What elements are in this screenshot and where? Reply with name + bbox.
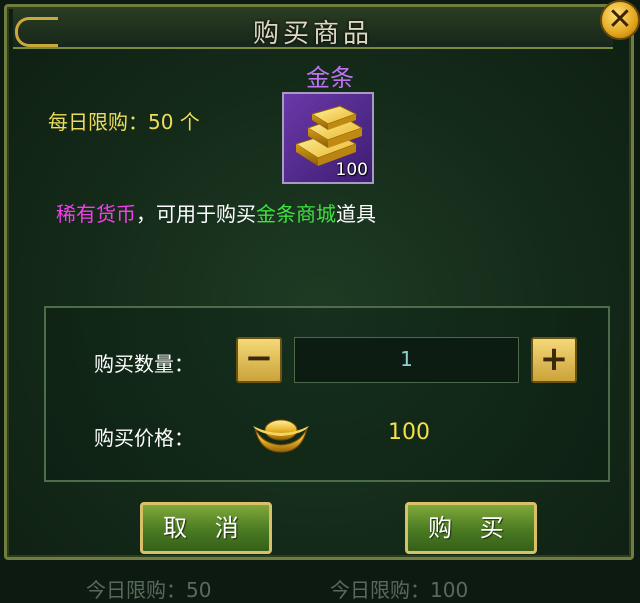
backdrop-limit-left: 今日限购：50 — [86, 578, 212, 602]
item-slot[interactable]: 100 — [282, 92, 374, 184]
purchase-panel — [44, 306, 610, 482]
daily-limit-text: 每日限购：50 个 — [48, 110, 200, 134]
price-label: 购买价格： — [94, 426, 194, 450]
desc-usage: ，可用于购买 — [136, 202, 256, 226]
price-value: 100 — [388, 420, 430, 445]
desc-rare-currency: 稀有货币 — [56, 202, 136, 226]
decrement-button[interactable]: − — [236, 337, 282, 383]
cancel-button[interactable]: 取 消 — [140, 502, 272, 554]
quantity-label: 购买数量： — [94, 352, 194, 376]
close-x-icon: ✕ — [607, 2, 633, 37]
item-description: 稀有货币，可用于购买金条商城道具 — [56, 198, 376, 227]
close-button[interactable]: ✕ — [600, 0, 640, 40]
desc-items: 道具 — [336, 202, 376, 226]
quantity-input[interactable]: 1 — [294, 337, 519, 383]
minus-icon: − — [244, 338, 274, 378]
plus-icon: + — [539, 339, 569, 379]
title-bar: 购买商品 — [13, 9, 613, 49]
buy-button[interactable]: 购 买 — [405, 502, 537, 554]
item-name: 金条 — [306, 64, 354, 92]
desc-gold-shop: 金条商城 — [256, 202, 336, 226]
gold-ingot-icon — [253, 419, 309, 453]
backdrop-limit-right: 今日限购：100 — [330, 578, 469, 602]
dialog-title: 购买商品 — [252, 19, 373, 49]
item-count: 100 — [335, 160, 368, 180]
increment-button[interactable]: + — [531, 337, 577, 383]
